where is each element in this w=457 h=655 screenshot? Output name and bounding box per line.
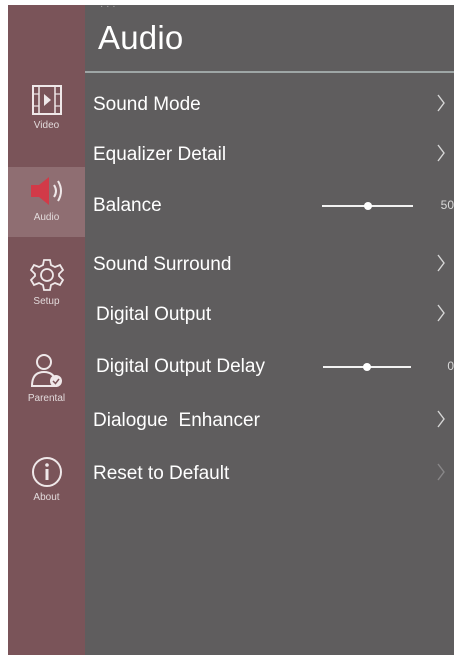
menu-item-label: Reset to Default — [93, 463, 230, 484]
page-title: Audio — [98, 19, 184, 56]
sidebar-item-label: About — [33, 492, 60, 503]
sidebar-item-label: Setup — [33, 296, 60, 307]
menu-item-digital-output[interactable]: Digital Output — [85, 295, 454, 335]
chevron-right-icon — [437, 304, 445, 322]
tv-menu-screen: Video Audio Setup Parental About · · · A… — [8, 5, 454, 655]
balance-value: 50 — [440, 198, 454, 212]
menu-item-equalizer-detail[interactable]: Equalizer Detail — [85, 135, 454, 175]
sidebar-item-label: Video — [33, 120, 60, 131]
sidebar-item-parental[interactable]: Parental — [8, 352, 85, 422]
delay-value: 0 — [447, 359, 454, 373]
menu-item-sound-surround[interactable]: Sound Surround — [85, 245, 454, 285]
menu-item-label: Sound Mode — [93, 94, 201, 115]
speaker-icon — [27, 173, 67, 209]
sidebar-item-label: Parental — [27, 393, 66, 404]
sidebar: Video Audio Setup Parental About — [8, 5, 85, 655]
info-icon — [30, 455, 64, 489]
menu-item-reset-to-default[interactable]: Reset to Default — [85, 454, 454, 494]
sidebar-item-about[interactable]: About — [8, 455, 85, 525]
menu-item-label: Sound Surround — [93, 254, 232, 275]
sidebar-item-video[interactable]: Video — [8, 83, 85, 153]
balance-slider-knob[interactable] — [363, 202, 372, 210]
gear-icon — [29, 257, 65, 293]
title-divider — [85, 71, 454, 73]
menu-item-digital-output-delay[interactable]: Digital Output Delay 0 — [85, 347, 454, 387]
parental-icon — [29, 352, 65, 390]
delay-slider-knob[interactable] — [363, 363, 371, 371]
chevron-right-icon — [437, 254, 445, 272]
menu-item-label: Equalizer Detail — [93, 144, 227, 165]
menu-item-dialogue-enhancer[interactable]: Dialogue Enhancer — [85, 401, 454, 441]
menu-item-label: Balance — [93, 195, 162, 216]
menu-item-label: Digital Output Delay — [96, 356, 265, 377]
menu-item-label: Dialogue Enhancer — [93, 410, 260, 431]
chevron-right-icon — [437, 463, 445, 481]
sidebar-item-label: Audio — [33, 212, 60, 223]
header-faint-text: · · · — [100, 5, 116, 12]
menu-item-balance[interactable]: Balance 50 — [85, 186, 454, 226]
menu-item-sound-mode[interactable]: Sound Mode — [85, 85, 454, 125]
chevron-right-icon — [437, 410, 445, 428]
video-icon — [30, 83, 64, 117]
sidebar-item-setup[interactable]: Setup — [8, 257, 85, 327]
sidebar-item-audio[interactable]: Audio — [8, 167, 85, 237]
menu-item-label: Digital Output — [96, 304, 212, 325]
chevron-right-icon — [437, 94, 445, 112]
chevron-right-icon — [437, 144, 445, 162]
